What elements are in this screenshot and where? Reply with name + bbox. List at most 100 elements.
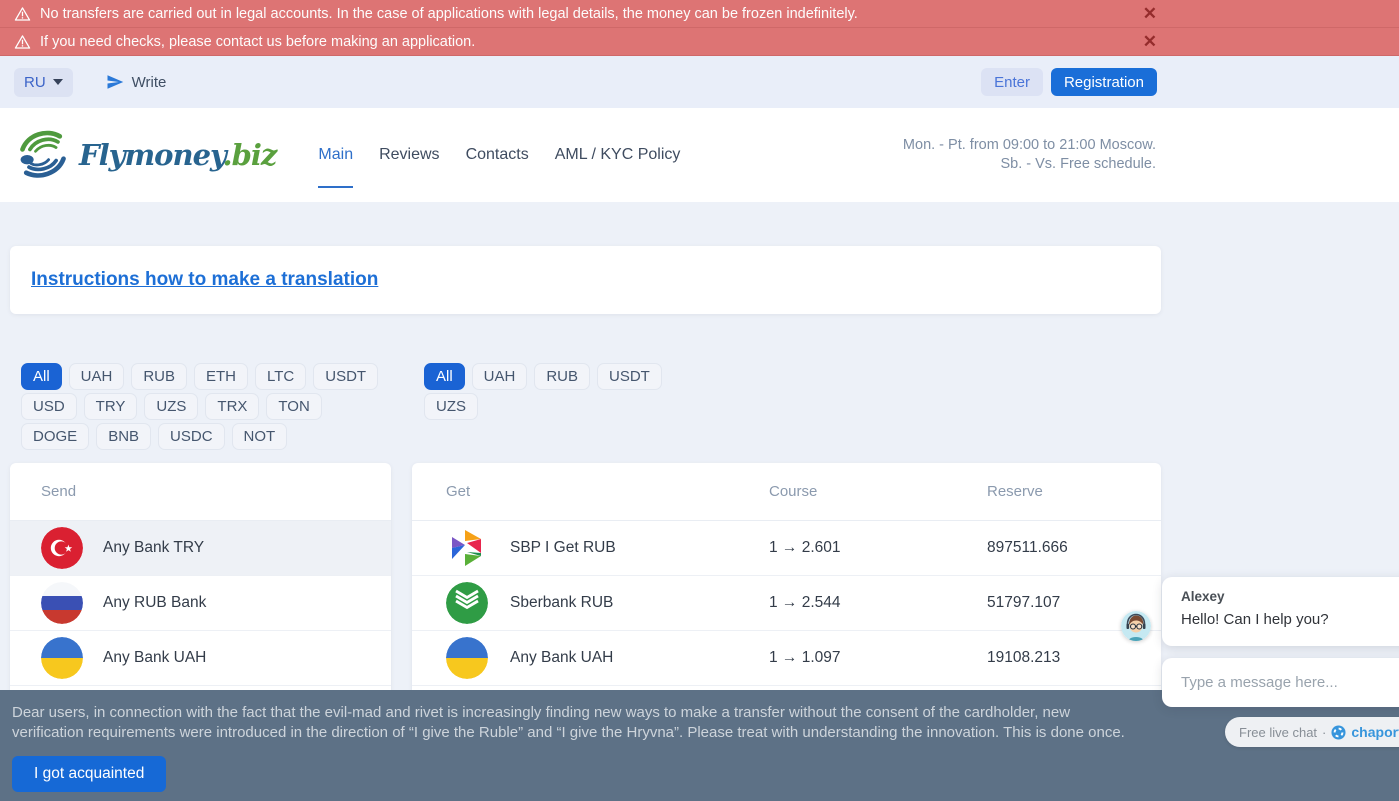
get-row-label: SBP I Get RUB — [510, 539, 616, 557]
sberbank-logo-icon — [446, 582, 488, 624]
branding-separator: · — [1322, 725, 1326, 740]
send-option-any-rub-bank[interactable]: Any RUB Bank — [10, 576, 391, 631]
instructions-card: Instructions how to make a translation — [10, 246, 1161, 314]
logo-tld: .biz — [223, 138, 277, 172]
ukraine-flag-icon — [446, 637, 488, 679]
send-panel-title: Send — [10, 463, 391, 521]
acknowledge-button[interactable]: I got acquainted — [12, 756, 166, 792]
main-nav: Main Reviews Contacts AML / KYC Policy — [318, 138, 680, 172]
alert-banner-1: No transfers are carried out in legal ac… — [0, 0, 1399, 28]
brand-name: chaport — [1351, 724, 1399, 740]
nav-aml-kyc-policy[interactable]: AML / KYC Policy — [555, 138, 681, 172]
reserve-value: 51797.107 — [987, 594, 1161, 612]
filter-get-all[interactable]: All — [424, 363, 465, 390]
working-hours-line2: Sb. - Vs. Free schedule. — [903, 155, 1156, 174]
send-option-any-bank-uah[interactable]: Any Bank UAH — [10, 631, 391, 686]
filter-send-uah[interactable]: UAH — [69, 363, 125, 390]
filter-send-usd[interactable]: USD — [21, 393, 77, 420]
exchange-panels: Send Any Bank TRY — [10, 463, 1161, 708]
chat-input-container — [1162, 658, 1399, 707]
get-row-any-bank-uah[interactable]: Any Bank UAH 1 → 1.097 19108.213 — [412, 631, 1161, 686]
send-option-label: Any Bank TRY — [103, 539, 204, 557]
site-logo[interactable]: Flymoney.biz — [15, 127, 276, 183]
top-utility-bar: RU Write Enter Registration — [0, 56, 1399, 108]
write-label: Write — [132, 74, 167, 91]
ukraine-flag-icon — [41, 637, 83, 679]
logo-name: Flymoney — [79, 138, 223, 172]
site-header: Flymoney.biz Main Reviews Contacts AML /… — [0, 108, 1399, 202]
filter-send-all[interactable]: All — [21, 363, 62, 390]
currency-filters: All UAH RUB ETH LTC USDT USD TRY UZS TRX… — [10, 363, 1161, 450]
filter-send-bnb[interactable]: BNB — [96, 423, 151, 450]
language-label: RU — [24, 74, 46, 91]
russia-flag-icon — [41, 582, 83, 624]
nav-contacts[interactable]: Contacts — [466, 138, 529, 172]
chaport-logo-icon — [1331, 725, 1346, 740]
send-panel: Send Any Bank TRY — [10, 463, 391, 708]
reserve-value: 897511.666 — [987, 539, 1161, 557]
get-panel: Get Course Reserve SBP — [412, 463, 1161, 708]
chat-message-input[interactable] — [1181, 674, 1399, 691]
chat-message-bubble: Alexey Hello! Can I help you? — [1162, 577, 1399, 646]
registration-button[interactable]: Registration — [1051, 68, 1157, 96]
nav-reviews[interactable]: Reviews — [379, 138, 439, 172]
instructions-link[interactable]: Instructions how to make a translation — [31, 269, 378, 291]
filter-send-eth[interactable]: ETH — [194, 363, 248, 390]
send-currency-filters: All UAH RUB ETH LTC USDT USD TRY UZS TRX… — [21, 363, 383, 450]
reserve-value: 19108.213 — [987, 649, 1161, 667]
logo-swirl-icon — [15, 127, 71, 183]
alert-message: If you need checks, please contact us be… — [40, 34, 475, 50]
alert-message: No transfers are carried out in legal ac… — [40, 6, 858, 22]
filter-send-doge[interactable]: DOGE — [21, 423, 89, 450]
filter-get-uah[interactable]: UAH — [472, 363, 528, 390]
get-row-sberbank[interactable]: Sberbank RUB 1 → 2.544 51797.107 — [412, 576, 1161, 631]
nav-main[interactable]: Main — [318, 138, 353, 188]
get-row-label: Sberbank RUB — [510, 594, 613, 612]
filter-send-try[interactable]: TRY — [84, 393, 138, 420]
filter-get-uzs[interactable]: UZS — [424, 393, 478, 420]
get-column-title: Get — [446, 483, 769, 500]
chat-branding-pill[interactable]: Free live chat · chaport — [1225, 717, 1399, 747]
turkey-flag-icon — [41, 527, 83, 569]
notice-text: Dear users, in connection with the fact … — [12, 703, 1142, 743]
send-option-any-bank-try[interactable]: Any Bank TRY — [10, 521, 391, 576]
chevron-down-icon — [53, 79, 63, 85]
filter-get-rub[interactable]: RUB — [534, 363, 590, 390]
get-panel-header: Get Course Reserve — [412, 463, 1161, 521]
filter-send-ton[interactable]: TON — [266, 393, 321, 420]
close-icon[interactable]: ✕ — [1143, 5, 1157, 22]
course-value: 1 → 2.601 — [769, 539, 987, 557]
filter-send-rub[interactable]: RUB — [131, 363, 187, 390]
course-value: 1 → 1.097 — [769, 649, 987, 667]
working-hours-line1: Mon. - Pt. from 09:00 to 21:00 Moscow. — [903, 136, 1156, 155]
course-column-title: Course — [769, 483, 987, 500]
get-row-sbp[interactable]: SBP I Get RUB 1 → 2.601 897511.666 — [412, 521, 1161, 576]
chat-agent-name: Alexey — [1181, 589, 1399, 604]
filter-send-usdt[interactable]: USDT — [313, 363, 378, 390]
warning-icon — [14, 6, 31, 22]
filter-send-usdc[interactable]: USDC — [158, 423, 225, 450]
working-hours: Mon. - Pt. from 09:00 to 21:00 Moscow. S… — [903, 136, 1156, 174]
course-value: 1 → 2.544 — [769, 594, 987, 612]
send-option-label: Any RUB Bank — [103, 594, 206, 612]
filter-send-uzs[interactable]: UZS — [144, 393, 198, 420]
close-icon[interactable]: ✕ — [1143, 33, 1157, 50]
filter-send-ltc[interactable]: LTC — [255, 363, 306, 390]
avatar-icon — [1121, 611, 1151, 641]
send-option-label: Any Bank UAH — [103, 649, 206, 667]
warning-icon — [14, 34, 31, 50]
filter-send-trx[interactable]: TRX — [205, 393, 259, 420]
enter-button[interactable]: Enter — [981, 68, 1043, 96]
reserve-column-title: Reserve — [987, 483, 1161, 500]
branding-label: Free live chat — [1239, 725, 1317, 740]
language-selector[interactable]: RU — [14, 68, 73, 97]
write-link[interactable]: Write — [106, 73, 167, 91]
filter-send-not[interactable]: NOT — [232, 423, 288, 450]
alert-banner-2: If you need checks, please contact us be… — [0, 28, 1399, 56]
filter-get-usdt[interactable]: USDT — [597, 363, 662, 390]
paper-plane-icon — [106, 73, 124, 91]
logo-wordmark: Flymoney.biz — [79, 138, 276, 172]
get-currency-filters: All UAH RUB USDT UZS — [424, 363, 684, 420]
chat-agent-avatar[interactable] — [1121, 611, 1151, 641]
get-row-label: Any Bank UAH — [510, 649, 613, 667]
